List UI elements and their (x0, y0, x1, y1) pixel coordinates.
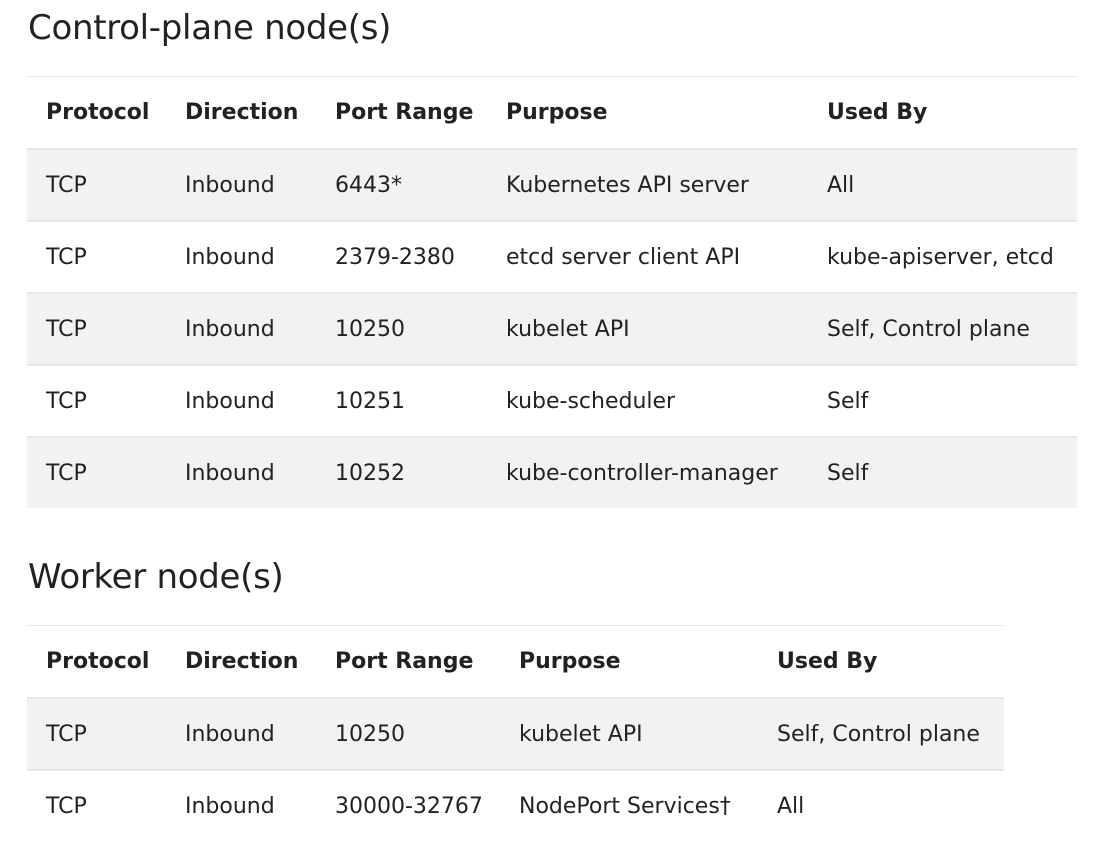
table-row: TCP Inbound 6443* Kubernetes API server … (27, 149, 1077, 222)
cell-protocol: TCP (27, 149, 166, 222)
table-row: TCP Inbound 10250 kubelet API Self, Cont… (27, 698, 1004, 771)
cell-purpose: kube-scheduler (487, 365, 808, 438)
cell-purpose: NodePort Services† (500, 770, 758, 841)
cell-protocol: TCP (27, 293, 166, 366)
cell-used-by: Self, Control plane (758, 698, 1004, 771)
cell-protocol: TCP (27, 365, 166, 438)
table-header-row: Protocol Direction Port Range Purpose Us… (27, 76, 1077, 150)
column-header-direction: Direction (166, 76, 316, 150)
table-row: TCP Inbound 10250 kubelet API Self, Cont… (27, 293, 1077, 366)
cell-purpose: kube-controller-manager (487, 437, 808, 508)
column-header-protocol: Protocol (27, 76, 166, 150)
cell-port-range: 6443* (316, 149, 487, 222)
cell-used-by: Self (808, 365, 1077, 438)
cell-protocol: TCP (27, 437, 166, 508)
cell-direction: Inbound (166, 437, 316, 508)
cell-port-range: 2379-2380 (316, 221, 487, 294)
cell-protocol: TCP (27, 698, 166, 771)
cell-used-by: Self, Control plane (808, 293, 1077, 366)
table-row: TCP Inbound 30000-32767 NodePort Service… (27, 770, 1004, 841)
cell-port-range: 10250 (316, 698, 500, 771)
cell-purpose: etcd server client API (487, 221, 808, 294)
table-row: TCP Inbound 10251 kube-scheduler Self (27, 365, 1077, 438)
control-plane-heading: Control-plane node(s) (28, 8, 392, 48)
column-header-purpose: Purpose (487, 76, 808, 150)
worker-heading: Worker node(s) (28, 557, 284, 597)
table-row: TCP Inbound 2379-2380 etcd server client… (27, 221, 1077, 294)
cell-port-range: 10250 (316, 293, 487, 366)
column-header-used-by: Used By (808, 76, 1077, 150)
control-plane-ports-table: Protocol Direction Port Range Purpose Us… (27, 76, 1077, 508)
cell-used-by: All (758, 770, 1004, 841)
cell-direction: Inbound (166, 365, 316, 438)
column-header-direction: Direction (166, 625, 316, 699)
cell-direction: Inbound (166, 149, 316, 222)
column-header-protocol: Protocol (27, 625, 166, 699)
cell-port-range: 10252 (316, 437, 487, 508)
column-header-used-by: Used By (758, 625, 1004, 699)
column-header-purpose: Purpose (500, 625, 758, 699)
cell-port-range: 10251 (316, 365, 487, 438)
cell-direction: Inbound (166, 221, 316, 294)
cell-used-by: kube-apiserver, etcd (808, 221, 1077, 294)
cell-used-by: All (808, 149, 1077, 222)
cell-purpose: kubelet API (487, 293, 808, 366)
cell-direction: Inbound (166, 698, 316, 771)
cell-used-by: Self (808, 437, 1077, 508)
cell-protocol: TCP (27, 221, 166, 294)
cell-port-range: 30000-32767 (316, 770, 500, 841)
table-header-row: Protocol Direction Port Range Purpose Us… (27, 625, 1004, 699)
table-row: TCP Inbound 10252 kube-controller-manage… (27, 437, 1077, 508)
cell-purpose: Kubernetes API server (487, 149, 808, 222)
cell-direction: Inbound (166, 770, 316, 841)
cell-purpose: kubelet API (500, 698, 758, 771)
column-header-port-range: Port Range (316, 625, 500, 699)
cell-direction: Inbound (166, 293, 316, 366)
worker-ports-table: Protocol Direction Port Range Purpose Us… (27, 625, 1004, 841)
cell-protocol: TCP (27, 770, 166, 841)
column-header-port-range: Port Range (316, 76, 487, 150)
